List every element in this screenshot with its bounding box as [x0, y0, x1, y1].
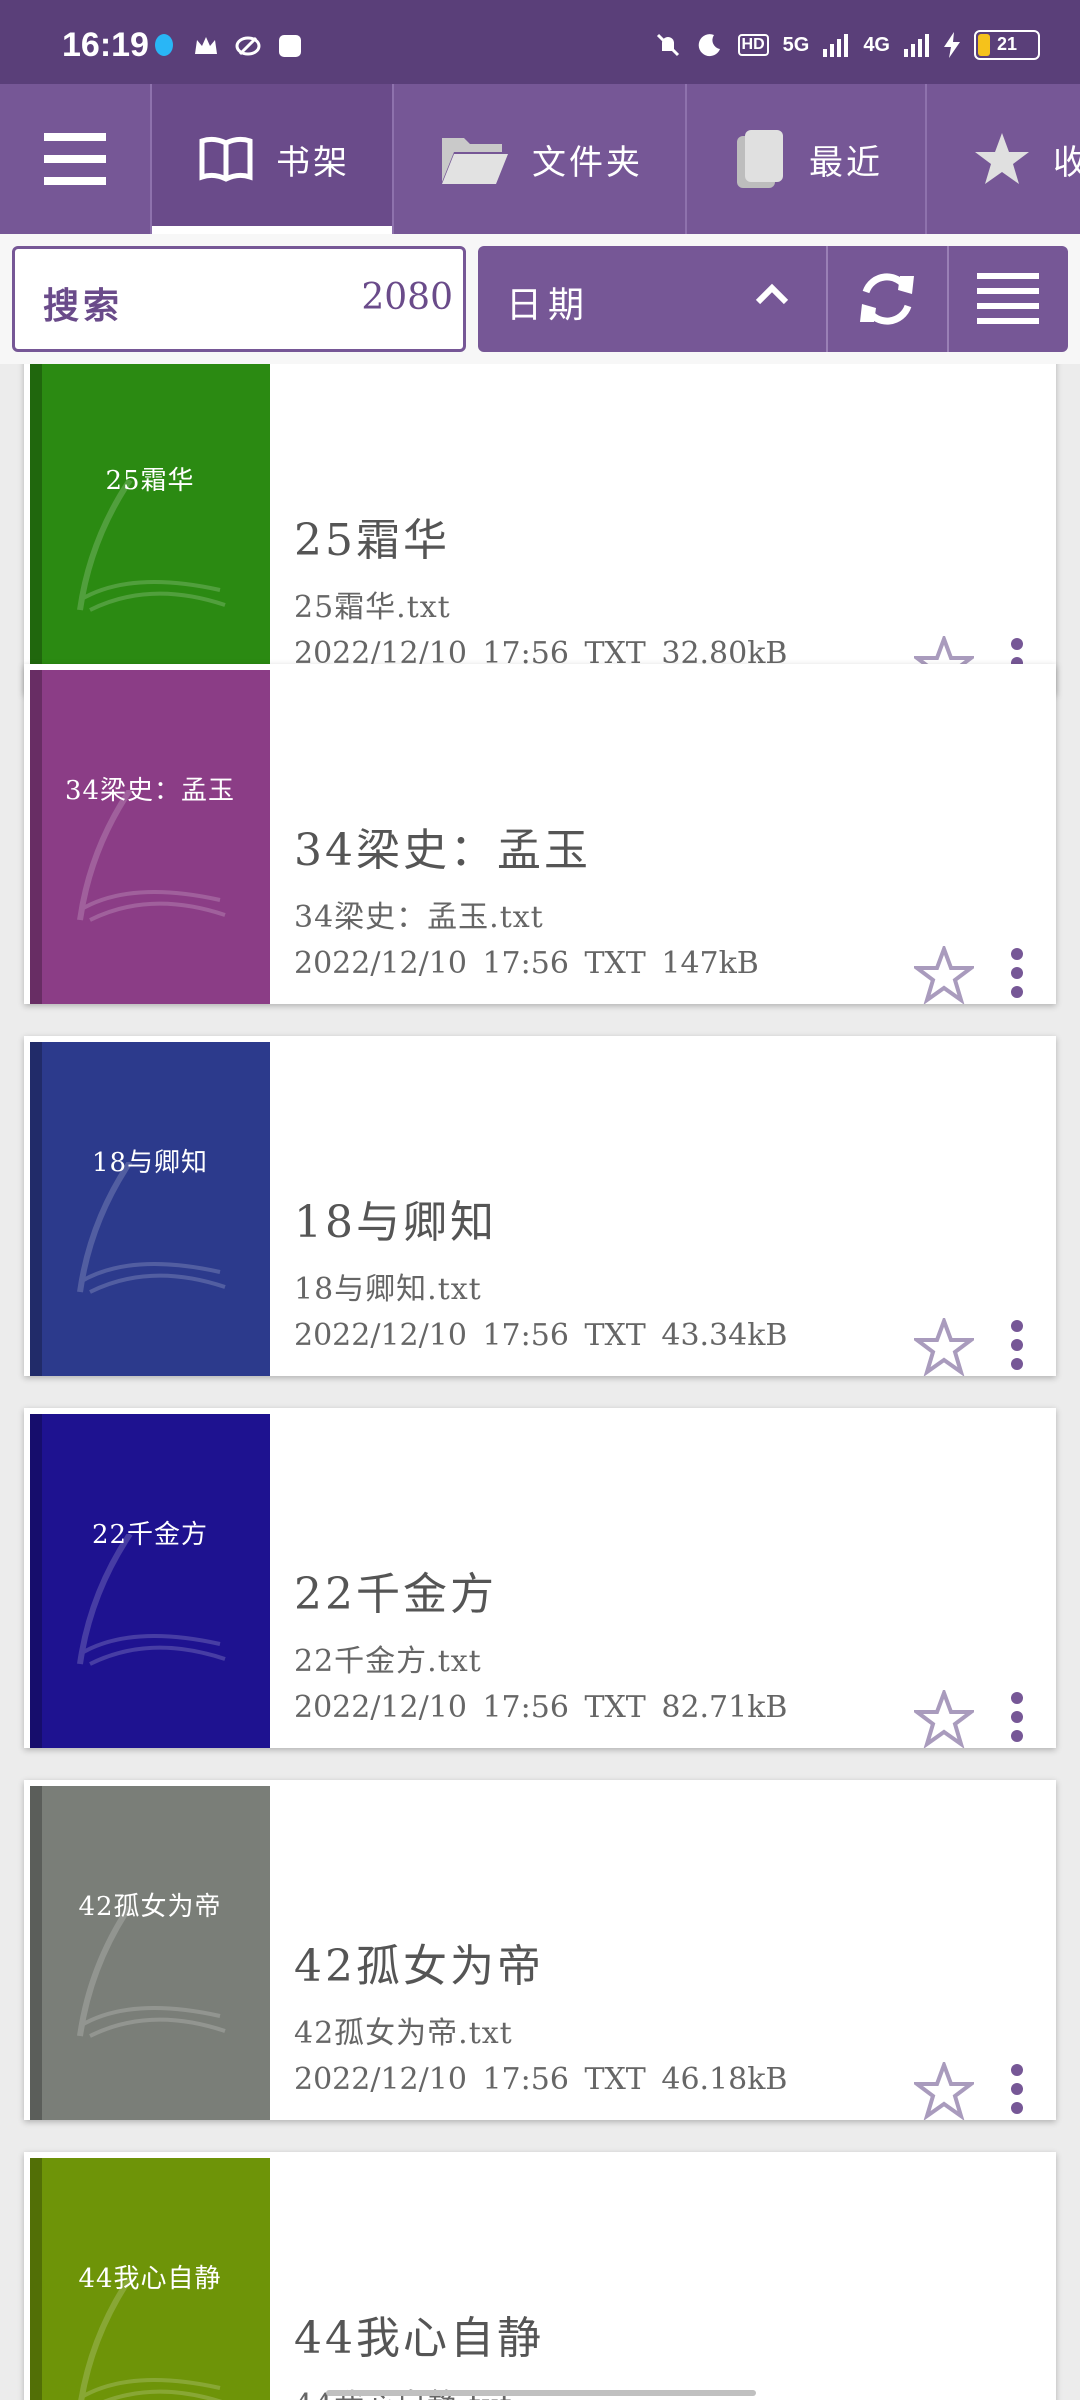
charging-icon [944, 32, 960, 58]
book-filename: 22千金方.txt [294, 1644, 482, 1679]
chevron-up-icon[interactable] [754, 282, 790, 306]
book-card[interactable]: 18与卿知 18与卿知 18与卿知.txt 2022/12/10 17:56 T… [24, 1036, 1056, 1376]
cover-spine [30, 1414, 42, 1748]
hamburger-icon [44, 133, 106, 185]
more-options-icon[interactable] [1010, 2064, 1024, 2114]
sort-dropdown[interactable]: 日期 [478, 246, 828, 352]
menu-button[interactable] [0, 84, 152, 234]
tab-label: 文件夹 [532, 142, 643, 183]
refresh-icon [860, 273, 915, 325]
book-cover[interactable]: 25霜华 [30, 364, 270, 694]
link-icon [235, 36, 261, 56]
book-meta: 2022/12/10 17:56 TXT 43.34kB [294, 1318, 788, 1353]
signal-icon-2 [904, 34, 929, 57]
sort-label: 日期 [506, 285, 591, 326]
book-title: 44我心自静 [294, 2313, 544, 2364]
book-meta: 2022/12/10 17:56 TXT 82.71kB [294, 1690, 788, 1725]
cover-title: 34梁史：孟玉 [64, 776, 236, 806]
book-cover[interactable]: 18与卿知 [30, 1042, 270, 1376]
book-title: 25霜华 [294, 515, 450, 566]
sort-controls: 日期 [478, 246, 1068, 352]
tab-recent[interactable]: 最近 [687, 84, 927, 234]
favorite-star-icon[interactable] [914, 1690, 974, 1748]
4g-label: 4G [863, 33, 890, 56]
mute-icon [656, 33, 679, 57]
cover-decoration [77, 480, 226, 612]
book-meta: 2022/12/10 17:56 TXT 46.18kB [294, 2062, 788, 2097]
status-time: 16:19 [62, 26, 149, 64]
list-view-button[interactable] [949, 246, 1068, 352]
cover-decoration [77, 1906, 226, 2038]
favorite-star-icon[interactable] [914, 946, 974, 1004]
cover-title: 44我心自静 [78, 2264, 222, 2294]
book-title: 42孤女为帝 [294, 1941, 544, 1992]
book-title: 18与卿知 [294, 1197, 497, 1248]
tab-favorites[interactable]: 收藏 [927, 84, 1080, 234]
tab-label: 最近 [809, 142, 883, 183]
tab-folder[interactable]: 文件夹 [394, 84, 687, 234]
battery-text: 21 [996, 34, 1018, 54]
crown-icon [195, 37, 217, 54]
book-card[interactable]: 42孤女为帝 42孤女为帝 42孤女为帝.txt 2022/12/10 17:5… [24, 1780, 1056, 2120]
search-input[interactable]: 搜索 2080 [12, 246, 466, 352]
status-bar: 16:19 HD 5G 4G 21 [0, 0, 1080, 84]
app-icon [279, 35, 301, 57]
book-cover[interactable]: 42孤女为帝 [30, 1786, 270, 2120]
book-card[interactable]: 22千金方 22千金方 22千金方.txt 2022/12/10 17:56 T… [24, 1408, 1056, 1748]
notification-icons [150, 32, 304, 60]
battery-icon: 21 [974, 30, 1040, 60]
moon-icon [698, 34, 720, 57]
cover-decoration [77, 790, 226, 922]
recent-icon [737, 130, 783, 188]
favorite-star-icon[interactable] [914, 2062, 974, 2120]
star-icon [975, 133, 1029, 184]
nav-tabs: 书架 文件夹 最近 收藏 [0, 84, 1080, 234]
scrollbar[interactable] [326, 2390, 756, 2396]
favorite-star-icon[interactable] [914, 1318, 974, 1376]
list-icon [977, 273, 1040, 324]
cover-title: 18与卿知 [91, 1148, 209, 1178]
book-card[interactable]: 34梁史：孟玉 34梁史：孟玉 34梁史：孟玉.txt 2022/12/10 1… [24, 664, 1056, 1004]
toolbar: 搜索 2080 日期 [0, 234, 1080, 364]
tab-label: 书架 [276, 142, 350, 183]
cover-spine [30, 670, 42, 1004]
book-cover[interactable]: 34梁史：孟玉 [30, 670, 270, 1004]
refresh-button[interactable] [828, 246, 949, 352]
cover-decoration [78, 2278, 223, 2400]
book-cover[interactable]: 22千金方 [30, 1414, 270, 1748]
more-options-icon[interactable] [1010, 1692, 1024, 1742]
folder-icon [442, 138, 508, 184]
more-options-icon[interactable] [1010, 948, 1024, 998]
qq-icon [155, 34, 173, 56]
cover-spine [30, 1042, 42, 1376]
book-card[interactable]: 44我心自静 44我心自静 44我心自静.txt [24, 2152, 1056, 2400]
cover-title: 22千金方 [91, 1520, 209, 1550]
book-filename: 18与卿知.txt [294, 1272, 482, 1307]
more-options-icon[interactable] [1010, 1320, 1024, 1370]
cover-title: 25霜华 [105, 466, 195, 496]
book-title: 22千金方 [294, 1569, 497, 1620]
cover-decoration [77, 1162, 226, 1294]
book-filename: 25霜华.txt [294, 590, 451, 625]
5g-label: 5G [782, 33, 810, 56]
book-filename: 42孤女为帝.txt [294, 2016, 513, 2051]
cover-spine [30, 1786, 42, 2120]
tab-label: 收藏 [1053, 142, 1080, 183]
cover-title: 42孤女为帝 [78, 1892, 222, 1922]
book-title: 34梁史：孟玉 [294, 825, 591, 876]
system-icons: HD 5G 4G 21 [654, 30, 1040, 60]
cover-spine [30, 364, 42, 694]
book-filename: 34梁史：孟玉.txt [294, 900, 544, 935]
search-label: 搜索 [43, 285, 124, 327]
book-meta: 2022/12/10 17:56 TXT 147kB [294, 946, 759, 981]
hd-label: HD [737, 34, 769, 56]
book-icon [199, 136, 253, 182]
signal-icon [823, 34, 849, 57]
book-card[interactable]: 25霜华 25霜华 25霜华.txt 2022/12/10 17:56 TXT … [24, 364, 1056, 694]
book-list: 25霜华 25霜华 25霜华.txt 2022/12/10 17:56 TXT … [0, 364, 1080, 2400]
book-count: 2080 [361, 277, 453, 318]
book-cover[interactable]: 44我心自静 [30, 2158, 270, 2400]
cover-decoration [77, 1534, 226, 1666]
tab-bookshelf[interactable]: 书架 [152, 84, 394, 234]
